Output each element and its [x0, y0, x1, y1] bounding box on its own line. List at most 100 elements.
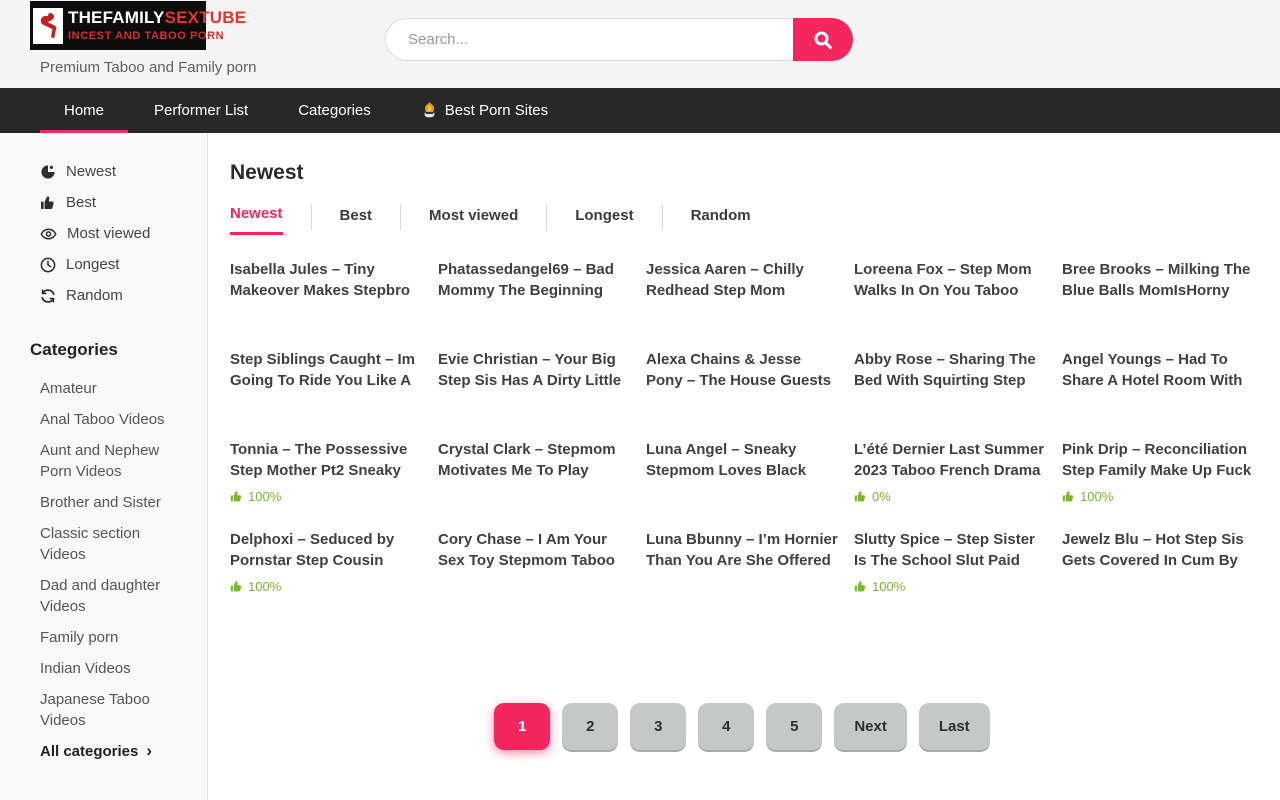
tab-separator — [662, 204, 663, 230]
video-card[interactable]: L’été Dernier Last Summer 2023 Taboo Fre… — [854, 439, 1046, 529]
video-title[interactable]: Cory Chase – I Am Your Sex Toy Stepmom T… — [438, 529, 630, 571]
flame-face-icon — [421, 102, 438, 119]
tab-separator — [311, 204, 312, 230]
sidebar-category-dad-daughter[interactable]: Dad and daughter Videos — [40, 575, 175, 617]
video-title[interactable]: Bree Brooks – Milking The Blue Balls Mom… — [1062, 259, 1254, 301]
video-card[interactable]: Alexa Chains & Jesse Pony – The House Gu… — [646, 349, 838, 439]
video-rating: 100% — [230, 579, 422, 594]
sidebar-item-longest[interactable]: Longest — [40, 256, 207, 273]
tab-separator — [400, 204, 401, 230]
video-title[interactable]: Evie Christian – Your Big Step Sis Has A… — [438, 349, 630, 391]
video-rating-value: 0% — [872, 489, 891, 504]
tab-best[interactable]: Best — [340, 201, 373, 234]
sidebar-item-label: Longest — [66, 256, 119, 273]
tab-newest[interactable]: Newest — [230, 199, 283, 235]
video-title[interactable]: Slutty Spice – Step Sister Is The School… — [854, 529, 1046, 571]
search-input[interactable] — [385, 18, 793, 61]
eye-icon — [40, 226, 57, 242]
nav-item-categories[interactable]: Categories — [274, 88, 395, 133]
video-rating: 100% — [230, 489, 422, 504]
pagination-page-2[interactable]: 2 — [562, 703, 618, 750]
video-card[interactable]: Luna Bbunny – I’m Hornier Than You Are S… — [646, 529, 838, 619]
video-card[interactable]: Phatassedangel69 – Bad Mommy The Beginni… — [438, 259, 630, 349]
video-card[interactable]: Loreena Fox – Step Mom Walks In On You T… — [854, 259, 1046, 349]
video-title[interactable]: Luna Bbunny – I’m Hornier Than You Are S… — [646, 529, 838, 571]
video-rating-value: 100% — [248, 489, 281, 504]
all-categories-link[interactable]: All categories › — [40, 741, 207, 761]
sidebar-item-newest[interactable]: Newest — [40, 163, 207, 180]
logo-text: THEFAMILYSEXTUBE INCEST AND TABOO PORN — [68, 9, 246, 42]
pagination-page-3[interactable]: 3 — [630, 703, 686, 750]
nav-label: Best Porn Sites — [445, 102, 548, 119]
sidebar-category-japanese[interactable]: Japanese Taboo Videos — [40, 689, 175, 731]
video-title[interactable]: Luna Angel – Sneaky Stepmom Loves Black … — [646, 439, 838, 481]
video-title[interactable]: Jewelz Blu – Hot Step Sis Gets Covered I… — [1062, 529, 1254, 571]
nav-item-best-porn-sites[interactable]: Best Porn Sites — [397, 88, 572, 133]
thumbs-up-icon — [230, 490, 243, 503]
video-card[interactable]: Crystal Clark – Stepmom Motivates Me To … — [438, 439, 630, 529]
sidebar-category-anal-taboo[interactable]: Anal Taboo Videos — [40, 409, 175, 430]
video-title[interactable]: Pink Drip – Reconciliation Step Family M… — [1062, 439, 1254, 481]
video-card[interactable]: Bree Brooks – Milking The Blue Balls Mom… — [1062, 259, 1254, 349]
video-card[interactable]: Angel Youngs – Had To Share A Hotel Room… — [1062, 349, 1254, 439]
search-button[interactable] — [793, 18, 853, 61]
video-card[interactable]: Step Siblings Caught – Im Going To Ride … — [230, 349, 422, 439]
video-title[interactable]: L’été Dernier Last Summer 2023 Taboo Fre… — [854, 439, 1046, 481]
video-card[interactable]: Abby Rose – Sharing The Bed With Squirti… — [854, 349, 1046, 439]
nav-label: Categories — [298, 102, 371, 119]
site-logo[interactable]: THEFAMILYSEXTUBE INCEST AND TABOO PORN — [30, 1, 206, 50]
video-rating: 100% — [854, 579, 1046, 594]
categories-heading: Categories — [30, 340, 207, 360]
pagination: 1 2 3 4 5 Next Last — [230, 703, 1254, 750]
video-title[interactable]: Angel Youngs – Had To Share A Hotel Room… — [1062, 349, 1254, 391]
tab-most-viewed[interactable]: Most viewed — [429, 201, 518, 234]
video-card[interactable]: Delphoxi – Seduced by Pornstar Step Cous… — [230, 529, 422, 619]
nav-item-home[interactable]: Home — [40, 88, 128, 133]
video-title[interactable]: Crystal Clark – Stepmom Motivates Me To … — [438, 439, 630, 481]
video-card[interactable]: Jewelz Blu – Hot Step Sis Gets Covered I… — [1062, 529, 1254, 619]
sidebar-category-amateur[interactable]: Amateur — [40, 378, 175, 399]
sidebar-category-aunt-nephew[interactable]: Aunt and Nephew Porn Videos — [40, 440, 175, 482]
sidebar-item-best[interactable]: Best — [40, 194, 207, 211]
pagination-page-5[interactable]: 5 — [766, 703, 822, 750]
video-card[interactable]: Cory Chase – I Am Your Sex Toy Stepmom T… — [438, 529, 630, 619]
search-icon — [812, 29, 834, 51]
sidebar-category-indian[interactable]: Indian Videos — [40, 658, 175, 679]
video-card[interactable]: Luna Angel – Sneaky Stepmom Loves Black … — [646, 439, 838, 529]
video-card[interactable]: Jessica Aaren – Chilly Redhead Step Mom … — [646, 259, 838, 349]
video-card[interactable]: Slutty Spice – Step Sister Is The School… — [854, 529, 1046, 619]
video-rating-value: 100% — [1080, 489, 1113, 504]
sidebar-item-random[interactable]: Random — [40, 287, 207, 304]
sidebar-category-brother-sister[interactable]: Brother and Sister — [40, 492, 175, 513]
video-title[interactable]: Isabella Jules – Tiny Makeover Makes Ste… — [230, 259, 422, 301]
sidebar-item-most-viewed[interactable]: Most viewed — [40, 225, 207, 242]
pagination-page-4[interactable]: 4 — [698, 703, 754, 750]
video-card[interactable]: Pink Drip – Reconciliation Step Family M… — [1062, 439, 1254, 529]
video-card[interactable]: Tonnia – The Possessive Step Mother Pt2 … — [230, 439, 422, 529]
pagination-last-button[interactable]: Last — [919, 703, 990, 750]
video-card[interactable]: Evie Christian – Your Big Step Sis Has A… — [438, 349, 630, 439]
video-title[interactable]: Tonnia – The Possessive Step Mother Pt2 … — [230, 439, 422, 481]
pagination-next-button[interactable]: Next — [834, 703, 907, 750]
video-card[interactable]: Isabella Jules – Tiny Makeover Makes Ste… — [230, 259, 422, 349]
tab-longest[interactable]: Longest — [575, 201, 633, 234]
video-title[interactable]: Abby Rose – Sharing The Bed With Squirti… — [854, 349, 1046, 391]
sort-tabs: Newest Best Most viewed Longest Random — [230, 199, 1260, 235]
nav-item-performer-list[interactable]: Performer List — [130, 88, 272, 133]
site-header: THEFAMILYSEXTUBE INCEST AND TABOO PORN P… — [0, 0, 1280, 88]
nav-label: Performer List — [154, 102, 248, 119]
logo-text-red: SEXTUBE — [165, 8, 247, 27]
pagination-page-1[interactable]: 1 — [494, 703, 550, 750]
video-title[interactable]: Step Siblings Caught – Im Going To Ride … — [230, 349, 422, 391]
tab-separator — [546, 204, 547, 230]
video-title[interactable]: Loreena Fox – Step Mom Walks In On You T… — [854, 259, 1046, 301]
video-title[interactable]: Phatassedangel69 – Bad Mommy The Beginni… — [438, 259, 630, 301]
video-title[interactable]: Delphoxi – Seduced by Pornstar Step Cous… — [230, 529, 422, 571]
sidebar-category-classic[interactable]: Classic section Videos — [40, 523, 175, 565]
video-rating: 0% — [854, 489, 1046, 504]
thumbs-up-icon — [854, 490, 867, 503]
video-title[interactable]: Jessica Aaren – Chilly Redhead Step Mom … — [646, 259, 838, 301]
video-title[interactable]: Alexa Chains & Jesse Pony – The House Gu… — [646, 349, 838, 391]
tab-random[interactable]: Random — [691, 201, 751, 234]
sidebar-category-family-porn[interactable]: Family porn — [40, 627, 175, 648]
